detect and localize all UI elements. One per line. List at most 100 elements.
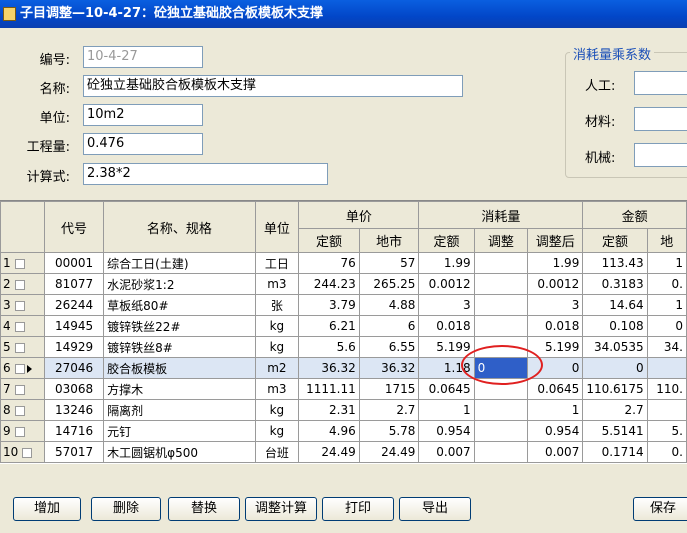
- table-cell[interactable]: 0: [582, 357, 648, 379]
- add-button[interactable]: 增加: [13, 497, 81, 521]
- table-cell[interactable]: 6.21: [298, 315, 360, 337]
- table-cell[interactable]: 1.99: [418, 252, 475, 274]
- table-cell[interactable]: 14716: [43, 420, 105, 442]
- table-cell[interactable]: 0.0012: [418, 273, 475, 295]
- machine-coef-field[interactable]: [634, 143, 687, 167]
- delete-button[interactable]: 删除: [91, 497, 161, 521]
- table-cell[interactable]: 24.49: [298, 441, 360, 463]
- table-cell[interactable]: 0.0012: [527, 273, 584, 295]
- table-cell[interactable]: 4.88: [358, 294, 420, 316]
- labor-coef-field[interactable]: [634, 71, 687, 95]
- col-unit[interactable]: 单位: [254, 201, 300, 253]
- table-cell[interactable]: 草板纸80#: [103, 294, 256, 316]
- table-cell[interactable]: 0.018: [418, 315, 475, 337]
- table-cell[interactable]: [473, 273, 529, 295]
- table-row[interactable]: 5 14929 镀锌铁丝8# kg 5.6 6.55 5.199 5.199 34.0535 34…: [0, 336, 687, 358]
- row-number[interactable]: 4: [0, 315, 45, 337]
- replace-button[interactable]: 替换: [168, 497, 240, 521]
- table-cell[interactable]: 水泥砂浆1:2: [103, 273, 256, 295]
- table-cell[interactable]: 1: [646, 294, 687, 316]
- table-cell[interactable]: 1111.11: [298, 378, 360, 400]
- table-cell[interactable]: 6.55: [358, 336, 420, 358]
- table-cell[interactable]: 6: [358, 315, 420, 337]
- table-row[interactable]: 9 14716 元钉 kg 4.96 5.78 0.954 0.954 5.5141 5.: [0, 420, 687, 442]
- col-amount-local[interactable]: 地: [646, 228, 687, 253]
- table-row[interactable]: 6 27046 胶合板模板 m2 36.32 36.32 1.18 0 0 0: [0, 357, 687, 379]
- table-cell[interactable]: 244.23: [298, 273, 360, 295]
- row-checkbox[interactable]: [14, 405, 25, 416]
- row-number[interactable]: 6: [0, 357, 45, 379]
- row-number[interactable]: 3: [0, 294, 45, 316]
- col-price-local[interactable]: 地市: [358, 228, 420, 253]
- table-cell[interactable]: 57: [358, 252, 420, 274]
- table-cell[interactable]: 110.: [646, 378, 687, 400]
- col-amount-quota[interactable]: 定额: [582, 228, 648, 253]
- table-cell[interactable]: 0.0645: [527, 378, 584, 400]
- code-field[interactable]: 10-4-27: [83, 46, 203, 68]
- table-cell[interactable]: [473, 252, 529, 274]
- row-checkbox[interactable]: [14, 384, 25, 395]
- table-cell[interactable]: [473, 315, 529, 337]
- table-cell[interactable]: 0.108: [582, 315, 648, 337]
- row-number[interactable]: 8: [0, 399, 45, 421]
- table-cell[interactable]: 5.: [646, 420, 687, 442]
- table-cell[interactable]: 3: [418, 294, 475, 316]
- table-cell[interactable]: [473, 294, 529, 316]
- table-cell[interactable]: 00001: [43, 252, 105, 274]
- table-cell[interactable]: 34.: [646, 336, 687, 358]
- table-cell[interactable]: 综合工日(土建): [103, 252, 256, 274]
- row-number[interactable]: 2: [0, 273, 45, 295]
- row-checkbox[interactable]: [14, 258, 25, 269]
- table-cell[interactable]: 265.25: [358, 273, 420, 295]
- print-button[interactable]: 打印: [322, 497, 394, 521]
- table-cell[interactable]: 台班: [254, 441, 300, 463]
- table-cell[interactable]: 03068: [43, 378, 105, 400]
- row-number[interactable]: 5: [0, 336, 45, 358]
- col-name[interactable]: 名称、规格: [103, 201, 256, 253]
- quantity-field[interactable]: 0.476: [83, 133, 203, 155]
- table-cell[interactable]: 0.3183: [582, 273, 648, 295]
- material-coef-field[interactable]: [634, 107, 687, 131]
- table-cell[interactable]: kg: [254, 336, 300, 358]
- table-cell[interactable]: 张: [254, 294, 300, 316]
- table-cell[interactable]: 5.6: [298, 336, 360, 358]
- table-cell[interactable]: kg: [254, 399, 300, 421]
- table-cell[interactable]: 隔离剂: [103, 399, 256, 421]
- table-cell[interactable]: [646, 399, 687, 421]
- row-number[interactable]: 10: [0, 441, 45, 463]
- table-cell[interactable]: m3: [254, 273, 300, 295]
- table-cell[interactable]: 胶合板模板: [103, 357, 256, 379]
- table-cell[interactable]: 14.64: [582, 294, 648, 316]
- row-checkbox[interactable]: [14, 321, 25, 332]
- row-checkbox[interactable]: [14, 300, 25, 311]
- table-cell[interactable]: 方撑木: [103, 378, 256, 400]
- table-cell[interactable]: 1.99: [527, 252, 584, 274]
- table-cell[interactable]: 5.5141: [582, 420, 648, 442]
- row-checkbox[interactable]: [14, 342, 25, 353]
- table-cell[interactable]: 镀锌铁丝8#: [103, 336, 256, 358]
- row-number[interactable]: 1: [0, 252, 45, 274]
- resource-grid[interactable]: 代号 名称、规格 单位 单价 消耗量 金额 定额 地市 定额 调整 调整后 定额…: [0, 200, 687, 464]
- table-row[interactable]: 7 03068 方撑木 m3 1111.11 1715 0.0645 0.0645 110.61…: [0, 378, 687, 400]
- table-cell[interactable]: 13246: [43, 399, 105, 421]
- table-cell[interactable]: [473, 441, 529, 463]
- col-price-quota[interactable]: 定额: [298, 228, 360, 253]
- table-cell[interactable]: 3.79: [298, 294, 360, 316]
- table-cell[interactable]: 0: [646, 315, 687, 337]
- row-checkbox[interactable]: [14, 363, 25, 374]
- adjust-calc-button[interactable]: 调整计算: [245, 497, 317, 521]
- table-cell[interactable]: 工日: [254, 252, 300, 274]
- name-field[interactable]: 砼独立基础胶合板模板木支撑: [83, 75, 463, 97]
- table-row[interactable]: 3 26244 草板纸80# 张 3.79 4.88 3 3 14.64 1: [0, 294, 687, 316]
- table-cell[interactable]: [646, 357, 687, 379]
- table-cell[interactable]: 57017: [43, 441, 105, 463]
- table-row[interactable]: 1 00001 综合工日(土建) 工日 76 57 1.99 1.99 113.43 1: [0, 252, 687, 274]
- table-row[interactable]: 10 57017 木工圆锯机φ500 台班 24.49 24.49 0.007 0.007 0.…: [0, 441, 687, 463]
- col-consumption-adjusted[interactable]: 调整后: [527, 228, 584, 253]
- table-cell[interactable]: 36.32: [358, 357, 420, 379]
- table-cell[interactable]: 34.0535: [582, 336, 648, 358]
- table-cell[interactable]: 镀锌铁丝22#: [103, 315, 256, 337]
- unit-field[interactable]: 10m2: [83, 104, 203, 126]
- table-cell[interactable]: 4.96: [298, 420, 360, 442]
- col-code[interactable]: 代号: [43, 201, 105, 253]
